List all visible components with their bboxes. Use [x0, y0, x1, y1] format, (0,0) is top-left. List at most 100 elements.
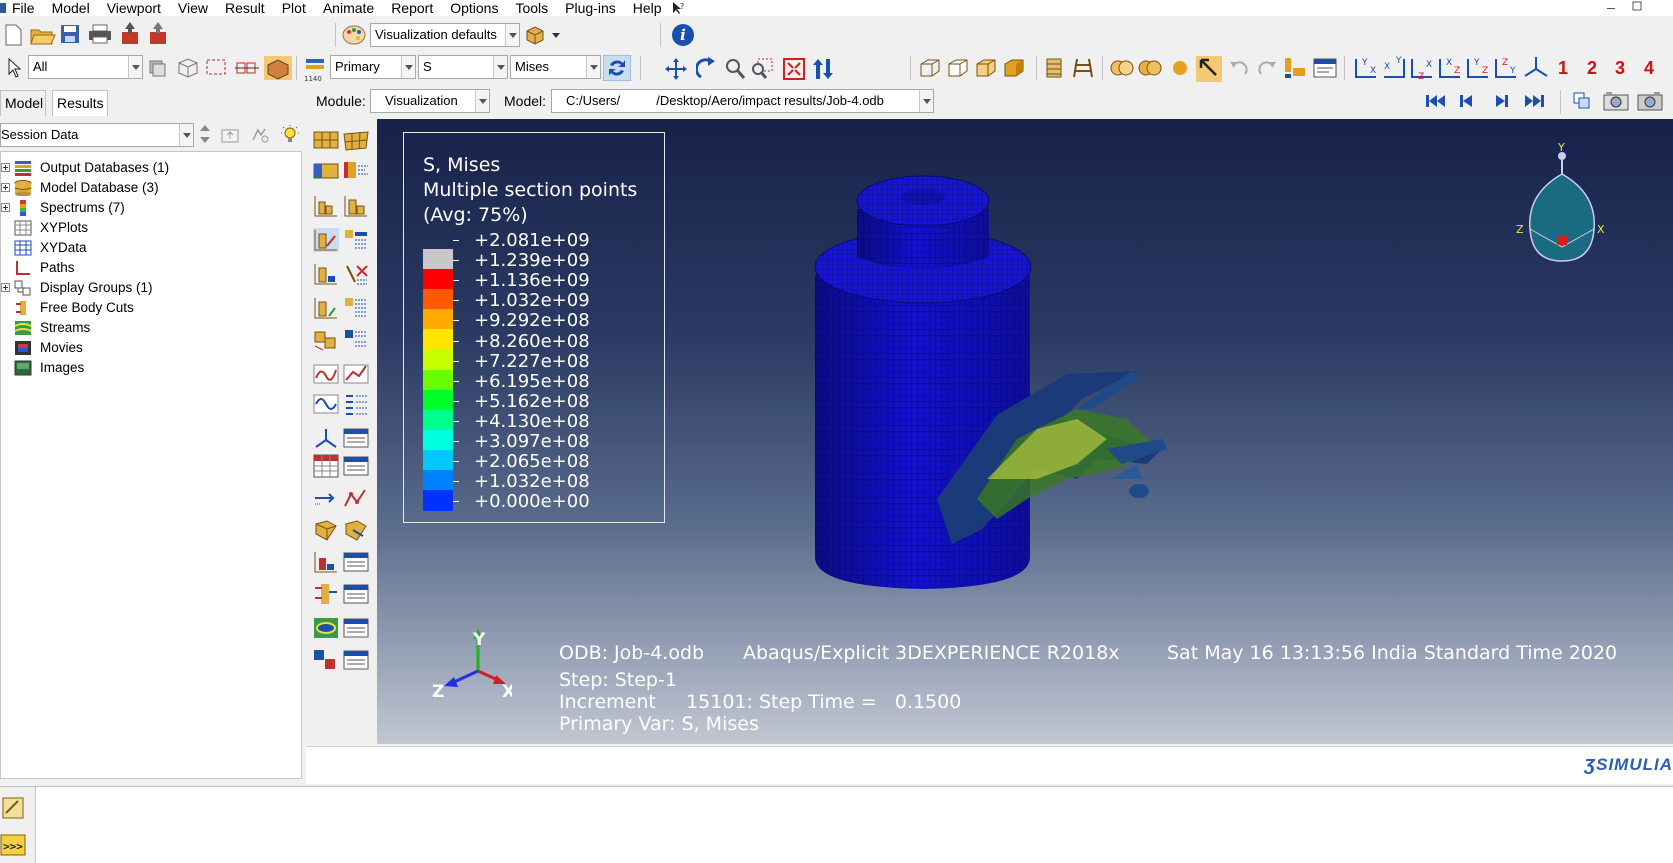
open-folder-icon[interactable]: [30, 24, 56, 46]
message-log-icon[interactable]: [2, 797, 24, 819]
menu-viewport[interactable]: Viewport: [107, 0, 161, 16]
tree-filter-icon[interactable]: [250, 126, 270, 144]
view-number-1[interactable]: 1: [1558, 56, 1568, 80]
animate-harmonic-icon[interactable]: [313, 392, 339, 416]
expand-icon[interactable]: [1, 163, 10, 172]
maximize-icon[interactable]: [1632, 1, 1642, 11]
probe-options-icon[interactable]: [343, 550, 369, 574]
view-cut-options-icon[interactable]: [343, 296, 369, 320]
rotate-icon[interactable]: [696, 57, 718, 81]
tree-item-output-databases[interactable]: Output Databases (1): [1, 157, 301, 178]
palette-icon[interactable]: [342, 24, 366, 46]
create-path-icon[interactable]: [313, 486, 339, 510]
selection-filter-combo[interactable]: All: [28, 55, 143, 79]
plot-material-orientation-icon[interactable]: [343, 194, 369, 218]
free-body-cut-manager-icon[interactable]: [313, 582, 339, 606]
session-data-combo[interactable]: Session Data: [0, 123, 194, 147]
view-manager-icon[interactable]: [1282, 56, 1308, 80]
message-area[interactable]: >>>: [0, 786, 1673, 863]
xy-options-icon[interactable]: [343, 454, 369, 478]
replace-selected-icon[interactable]: [176, 57, 200, 79]
menu-help[interactable]: Help: [633, 0, 662, 16]
view-iso-wire-icon[interactable]: [918, 57, 942, 79]
odb-display-options-icon[interactable]: [343, 228, 369, 252]
cycle-views-icon[interactable]: [812, 57, 834, 81]
query-icon[interactable]: [1196, 56, 1222, 82]
view-zy-icon[interactable]: YZ: [1464, 55, 1492, 83]
plot-probe-icon[interactable]: [313, 550, 339, 574]
xy-data-manager-icon[interactable]: [343, 426, 369, 450]
tree-item-images[interactable]: Images: [1, 357, 301, 378]
view-xy-icon[interactable]: YX: [1352, 55, 1380, 83]
module-combo[interactable]: Visualization: [370, 89, 490, 113]
save-icon[interactable]: [60, 24, 80, 44]
plot-path-icon[interactable]: [343, 486, 369, 510]
active-view-cut-icon[interactable]: [264, 56, 292, 80]
tree-item-streams[interactable]: Streams: [1, 317, 301, 338]
section-icon[interactable]: [1072, 57, 1094, 79]
tree-item-xydata[interactable]: XYData: [1, 237, 301, 258]
previous-frame-icon[interactable]: [1458, 92, 1476, 110]
viewport[interactable]: S, Mises Multiple section points (Avg: 7…: [377, 119, 1673, 744]
field-output-icon[interactable]: 1140: [302, 56, 328, 82]
sync-options-icon[interactable]: [603, 55, 631, 81]
redo-view-icon[interactable]: [1256, 58, 1278, 78]
view-front-icon[interactable]: [946, 57, 970, 79]
link-viewports-icon[interactable]: [1572, 91, 1592, 111]
material-orientation-options-icon[interactable]: [313, 296, 339, 320]
auto-fit-icon[interactable]: [782, 57, 806, 81]
tree-highlight-icon[interactable]: [280, 124, 300, 144]
symbol-options-icon[interactable]: [343, 262, 369, 286]
field-output-position-combo[interactable]: Primary: [330, 55, 416, 79]
viewport-annotation-icon[interactable]: [1312, 56, 1338, 80]
view-iso-triad-icon[interactable]: [1522, 55, 1550, 83]
layer-icon[interactable]: [1044, 57, 1064, 79]
view-number-3[interactable]: 3: [1615, 56, 1625, 80]
first-frame-icon[interactable]: [1424, 92, 1446, 110]
undo-view-icon[interactable]: [1228, 58, 1250, 78]
create-display-group-icon[interactable]: [313, 648, 339, 672]
minimize-icon[interactable]: [1607, 8, 1615, 9]
view-zx-icon[interactable]: ZX: [1408, 55, 1436, 83]
tree-item-model-database[interactable]: Model Database (3): [1, 177, 301, 198]
display-group-manager-icon[interactable]: [343, 616, 369, 640]
movie-camera-icon[interactable]: [1636, 90, 1664, 112]
menu-file[interactable]: File: [12, 0, 35, 16]
expand-icon[interactable]: [1, 283, 10, 292]
select-arrow-icon[interactable]: [6, 58, 24, 78]
view-yz-icon[interactable]: ZY: [1492, 55, 1520, 83]
stream-options-icon[interactable]: [343, 518, 369, 542]
box-zoom-icon[interactable]: [750, 57, 776, 81]
export-model-icon[interactable]: [148, 22, 168, 46]
next-frame-icon[interactable]: [1492, 92, 1510, 110]
tree-item-spectrums[interactable]: Spectrums (7): [1, 197, 301, 218]
view-yx-icon[interactable]: XY: [1380, 55, 1408, 83]
animate-scale-factor-icon[interactable]: [313, 362, 339, 386]
contour-options-icon[interactable]: [313, 262, 339, 286]
display-group-options-icon[interactable]: [343, 648, 369, 672]
plot-symbols-icon[interactable]: [313, 194, 339, 218]
animate-time-history-icon[interactable]: [343, 362, 369, 386]
menu-tools[interactable]: Tools: [515, 0, 548, 16]
model-combo[interactable]: C:/Users/ /Desktop/Aero/impact results/J…: [551, 89, 934, 113]
tree-item-paths[interactable]: Paths: [1, 257, 301, 278]
view-number-2[interactable]: 2: [1587, 56, 1597, 80]
view-xz-icon[interactable]: XZ: [1436, 55, 1464, 83]
tree-updown-icon[interactable]: [198, 124, 212, 144]
tab-results[interactable]: Results: [52, 90, 108, 116]
python-command-line-icon[interactable]: >>>: [0, 834, 26, 856]
import-model-icon[interactable]: [120, 22, 140, 46]
view-orientation-triad[interactable]: Y X Z: [1512, 139, 1612, 264]
view-number-4[interactable]: 4: [1644, 56, 1654, 80]
print-icon[interactable]: [88, 24, 112, 44]
menu-plugins[interactable]: Plug-ins: [565, 0, 616, 16]
menu-options[interactable]: Options: [450, 0, 498, 16]
info-icon[interactable]: i: [671, 23, 695, 47]
field-output-variable-combo[interactable]: S: [418, 55, 508, 79]
tree-item-free-body-cuts[interactable]: Free Body Cuts: [1, 297, 301, 318]
overlay-plot-options-icon[interactable]: [343, 328, 369, 352]
menu-model[interactable]: Model: [52, 0, 90, 16]
plot-contours-undeformed-icon[interactable]: [313, 160, 339, 184]
allow-multiple-plots-icon[interactable]: [313, 328, 339, 352]
probe-nodes-icon[interactable]: [234, 57, 260, 79]
